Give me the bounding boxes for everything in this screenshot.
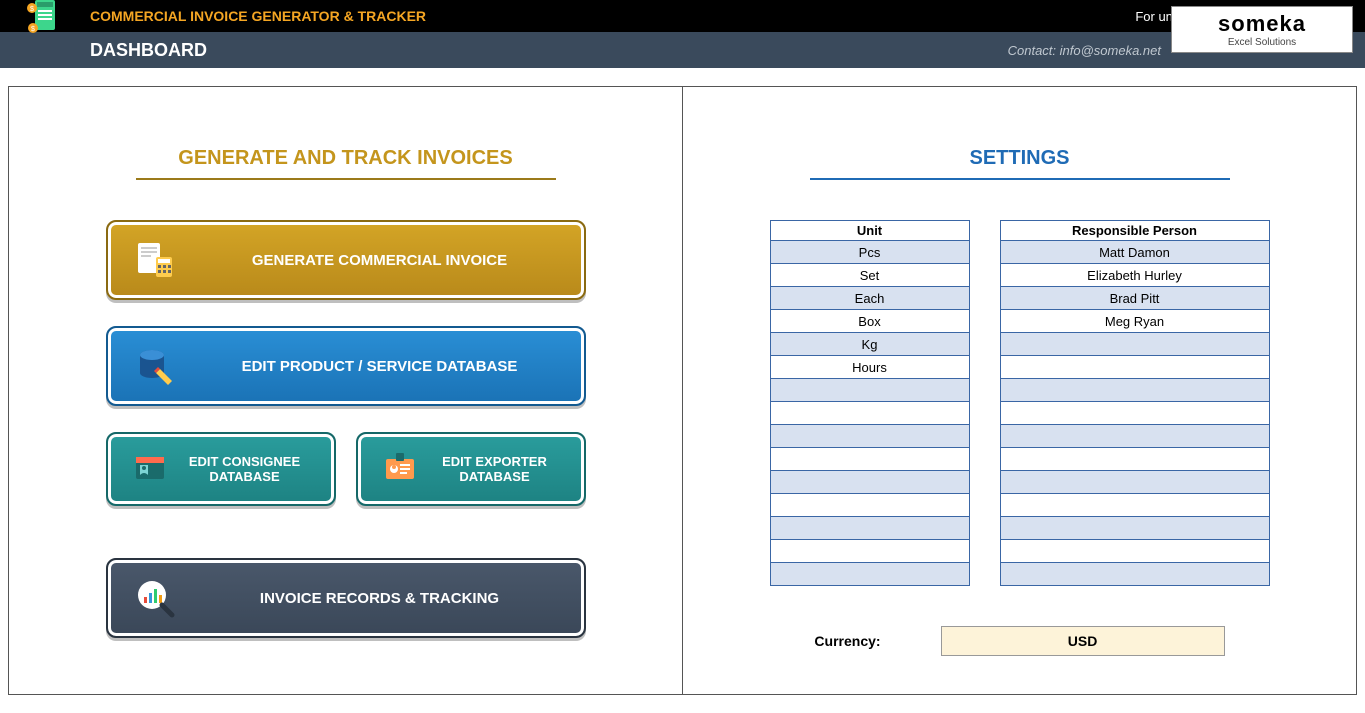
tracking-icon: [130, 573, 180, 623]
database-icon: [130, 341, 180, 391]
unit-cell[interactable]: [770, 471, 969, 494]
unit-cell[interactable]: Each: [770, 287, 969, 310]
invoice-icon: [130, 235, 180, 285]
invoice-records-button[interactable]: INVOICE RECORDS & TRACKING: [106, 558, 586, 638]
unit-cell[interactable]: [770, 540, 969, 563]
left-section-title: GENERATE AND TRACK INVOICES: [59, 147, 632, 170]
person-table[interactable]: Responsible Person Matt DamonElizabeth H…: [1000, 220, 1270, 586]
person-cell[interactable]: Brad Pitt: [1000, 287, 1269, 310]
person-cell[interactable]: [1000, 540, 1269, 563]
person-cell[interactable]: Elizabeth Hurley: [1000, 264, 1269, 287]
person-cell[interactable]: [1000, 425, 1269, 448]
svg-text:$: $: [31, 26, 35, 33]
person-header: Responsible Person: [1000, 221, 1269, 241]
unit-table[interactable]: Unit PcsSetEachBoxKgHours: [770, 220, 970, 586]
unit-cell[interactable]: [770, 402, 969, 425]
person-cell[interactable]: [1000, 402, 1269, 425]
sub-header: DASHBOARD Contact: info@someka.net: [0, 32, 1365, 68]
unit-cell[interactable]: [770, 448, 969, 471]
contact-info: Contact: info@someka.net: [1008, 43, 1161, 58]
person-cell[interactable]: [1000, 379, 1269, 402]
currency-label: Currency:: [814, 633, 880, 649]
unit-cell[interactable]: [770, 494, 969, 517]
unit-cell[interactable]: Hours: [770, 356, 969, 379]
edit-product-button[interactable]: EDIT PRODUCT / SERVICE DATABASE: [106, 326, 586, 406]
unit-cell[interactable]: [770, 563, 969, 586]
svg-text:$: $: [30, 6, 34, 13]
someka-logo[interactable]: someka Excel Solutions: [1171, 6, 1353, 53]
person-cell[interactable]: [1000, 448, 1269, 471]
unit-cell[interactable]: [770, 517, 969, 540]
generate-invoice-button[interactable]: GENERATE COMMERCIAL INVOICE: [106, 220, 586, 300]
right-section-title: SETTINGS: [733, 147, 1306, 170]
app-icon: $$: [0, 0, 90, 36]
person-cell[interactable]: Meg Ryan: [1000, 310, 1269, 333]
header-bar: $ $ COMMERCIAL INVOICE GENERATOR & TRACKE…: [0, 0, 1365, 32]
unit-cell[interactable]: Box: [770, 310, 969, 333]
unit-header: Unit: [770, 221, 969, 241]
person-cell[interactable]: [1000, 333, 1269, 356]
right-panel: SETTINGS Unit PcsSetEachBoxKgHours Respo…: [682, 86, 1357, 695]
page-title: DASHBOARD: [90, 40, 1008, 61]
person-cell[interactable]: Matt Damon: [1000, 241, 1269, 264]
person-cell[interactable]: [1000, 517, 1269, 540]
exporter-icon: [380, 449, 420, 489]
unit-cell[interactable]: [770, 425, 969, 448]
edit-consignee-button[interactable]: EDIT CONSIGNEE DATABASE: [106, 432, 336, 506]
unit-cell[interactable]: Set: [770, 264, 969, 287]
unit-cell[interactable]: [770, 379, 969, 402]
left-panel: GENERATE AND TRACK INVOICES GENERATE COM…: [8, 86, 683, 695]
person-cell[interactable]: [1000, 563, 1269, 586]
edit-exporter-button[interactable]: EDIT EXPORTER DATABASE: [356, 432, 586, 506]
person-cell[interactable]: [1000, 471, 1269, 494]
unit-cell[interactable]: Pcs: [770, 241, 969, 264]
person-cell[interactable]: [1000, 494, 1269, 517]
unit-cell[interactable]: Kg: [770, 333, 969, 356]
consignee-icon: [130, 449, 170, 489]
currency-value[interactable]: USD: [941, 626, 1225, 656]
person-cell[interactable]: [1000, 356, 1269, 379]
app-title: COMMERCIAL INVOICE GENERATOR & TRACKER: [90, 8, 1135, 24]
